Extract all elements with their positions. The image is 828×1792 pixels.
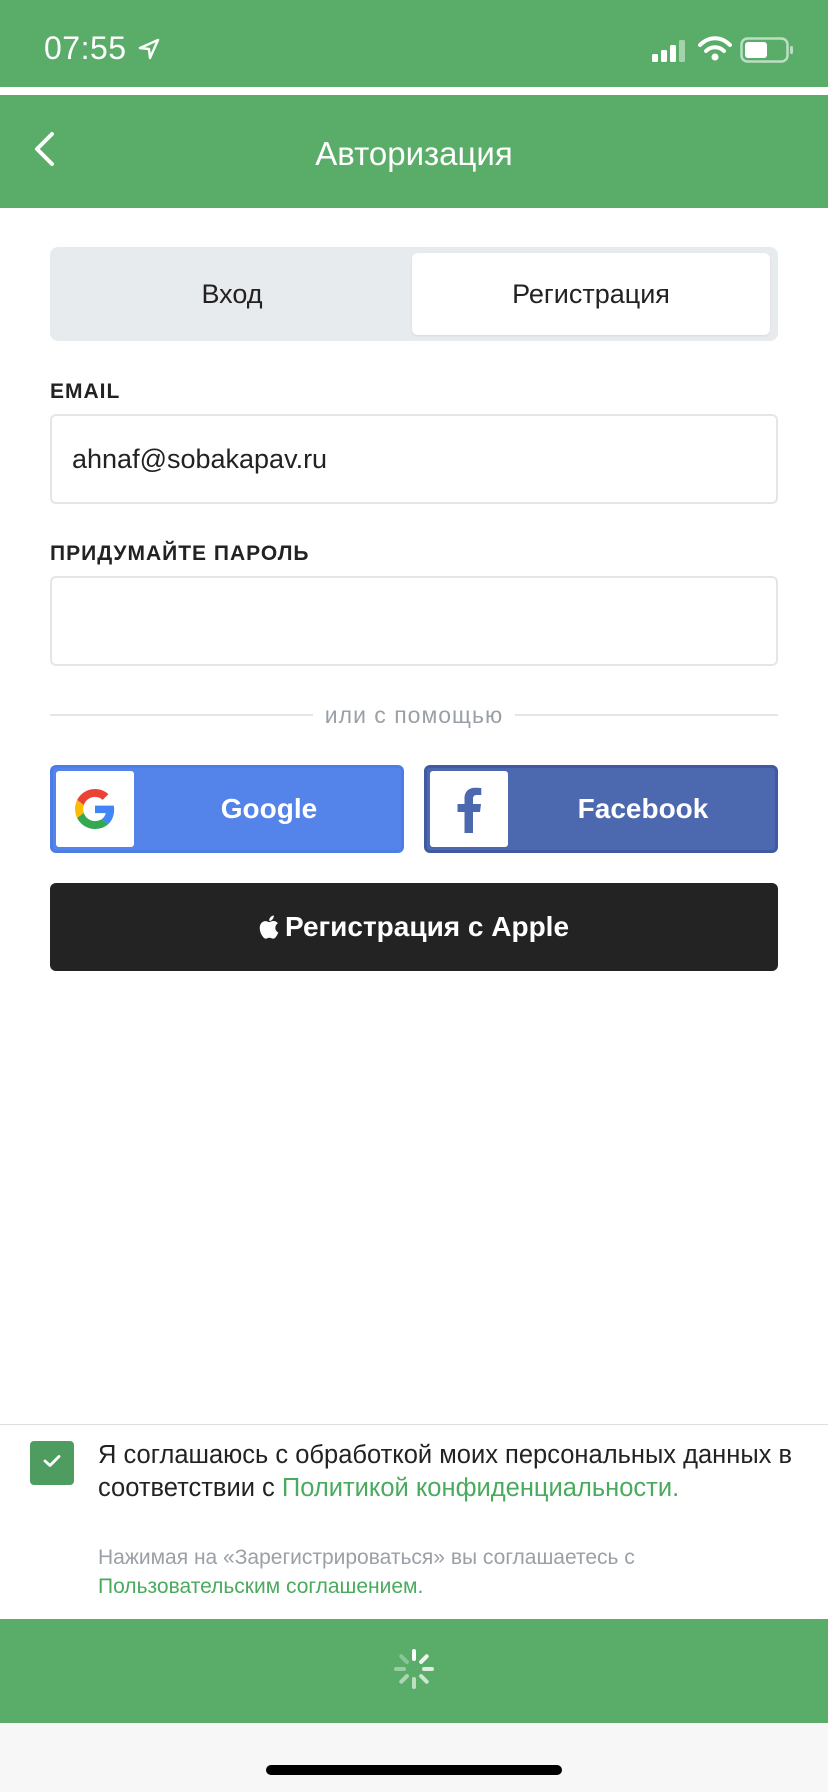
page-title: Авторизация <box>315 135 513 172</box>
status-time: 07:55 <box>44 30 127 66</box>
divider-line-left <box>50 714 313 716</box>
facebook-button[interactable]: Facebook <box>424 765 778 853</box>
privacy-policy-link[interactable]: Политикой конфиденциальности. <box>282 1474 679 1502</box>
apple-signup-label: Регистрация с Apple <box>284 911 570 942</box>
wifi-icon <box>698 36 732 67</box>
email-value: ahnaf@sobakapav.ru <box>72 443 328 474</box>
google-logo-icon <box>56 771 134 847</box>
status-bar: 07:55 <box>0 0 828 87</box>
navbar: Авторизация <box>0 95 828 208</box>
email-label: EMAIL <box>50 380 121 403</box>
cellular-signal-icon <box>652 40 688 67</box>
consent-text: Я соглашаюсь с обработкой моих персональ… <box>98 1439 798 1505</box>
password-label: ПРИДУМАЙТЕ ПАРОЛЬ <box>50 542 310 565</box>
home-indicator-area <box>0 1723 828 1792</box>
google-label: Google <box>220 793 318 824</box>
consent-note: Нажимая на «Зарегистрироваться» вы согла… <box>98 1543 798 1601</box>
email-field[interactable]: ahnaf@sobakapav.ru <box>50 414 778 504</box>
location-arrow-icon <box>138 38 160 65</box>
submit-button[interactable] <box>0 1619 828 1723</box>
facebook-label: Facebook <box>577 793 709 824</box>
spinner-icon <box>392 1647 436 1696</box>
divider-line-right <box>515 714 778 716</box>
facebook-logo-icon <box>430 771 508 847</box>
divider-text: или с помощью <box>324 701 504 728</box>
battery-icon <box>740 37 794 68</box>
home-indicator[interactable] <box>266 1765 562 1775</box>
consent-checkbox[interactable] <box>30 1441 74 1485</box>
consent-note-text: Нажимая на «Зарегистрироваться» вы согла… <box>98 1546 635 1569</box>
auth-tabs: Вход Регистрация <box>50 247 778 341</box>
user-agreement-link[interactable]: Пользовательским соглашением. <box>98 1575 423 1598</box>
password-field[interactable] <box>50 576 778 666</box>
apple-logo-icon <box>259 915 279 939</box>
status-separator <box>0 87 828 95</box>
tab-register[interactable]: Регистрация <box>412 253 770 335</box>
google-button[interactable]: Google <box>50 765 404 853</box>
or-divider: или с помощью <box>50 700 778 730</box>
consent-section: Я соглашаюсь с обработкой моих персональ… <box>0 1424 828 1619</box>
tab-login[interactable]: Вход <box>56 253 408 335</box>
apple-signup-button[interactable]: Регистрация с Apple <box>50 883 778 971</box>
checkmark-icon <box>42 1453 62 1474</box>
